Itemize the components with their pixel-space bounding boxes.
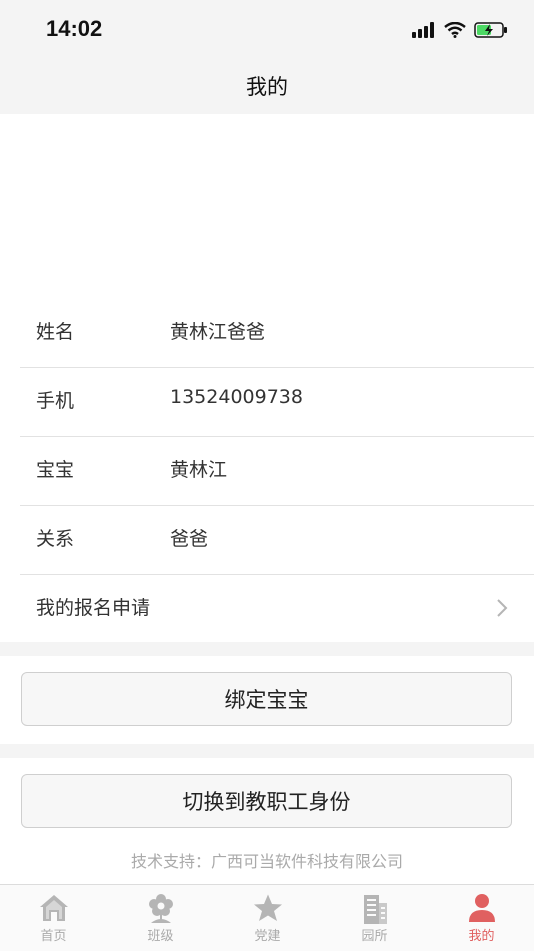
wifi-icon — [444, 22, 466, 38]
relation-label: 关系 — [36, 528, 75, 550]
tab-label-campus: 园所 — [361, 929, 388, 944]
signal-icon — [412, 22, 434, 38]
nav-bar: 我的 — [0, 58, 534, 114]
signup-applications-link[interactable]: 我的报名申请 — [0, 574, 534, 642]
bind-baby-button[interactable]: 绑定宝宝 — [21, 672, 512, 726]
section-gap — [0, 744, 534, 758]
tab-class[interactable]: 班级 — [107, 885, 214, 951]
switch-to-staff-button[interactable]: 切换到教职工身份 — [21, 774, 512, 828]
person-icon — [428, 893, 534, 925]
star-icon — [214, 893, 321, 925]
tab-label-home: 首页 — [40, 929, 67, 944]
section-gap — [0, 642, 534, 656]
tab-label-class: 班级 — [147, 929, 174, 944]
chevron-right-icon — [497, 599, 508, 617]
battery-charging-icon — [474, 22, 507, 38]
tab-party[interactable]: 党建 — [214, 885, 321, 951]
profile-row-baby: 宝宝 黄林江 — [0, 436, 534, 504]
tab-campus[interactable]: 园所 — [321, 885, 428, 951]
signup-applications-label: 我的报名申请 — [36, 597, 151, 619]
tab-bar: 首页 班级 党建 园所 我的 — [0, 884, 534, 951]
phone-value: 13524009738 — [170, 386, 303, 408]
tech-support-text: 技术支持：广西可当软件科技有限公司 — [130, 852, 403, 871]
home-icon — [0, 893, 107, 925]
profile-row-relation: 关系 爸爸 — [0, 505, 534, 573]
status-time: 14:02 — [46, 16, 103, 41]
profile-row-phone: 手机 13524009738 — [0, 367, 534, 435]
status-bar: 14:02 — [0, 0, 534, 58]
status-icons — [412, 18, 508, 42]
building-icon — [321, 893, 428, 925]
flower-icon — [107, 893, 214, 925]
baby-value: 黄林江 — [170, 459, 228, 481]
tab-label-party: 党建 — [254, 929, 281, 944]
relation-value: 爸爸 — [170, 528, 209, 550]
name-value: 黄林江爸爸 — [170, 321, 266, 343]
name-label: 姓名 — [36, 321, 75, 343]
baby-label: 宝宝 — [36, 459, 75, 481]
profile-row-name: 姓名 黄林江爸爸 — [0, 298, 534, 366]
phone-label: 手机 — [36, 390, 75, 412]
tab-home[interactable]: 首页 — [0, 885, 107, 951]
tab-mine[interactable]: 我的 — [428, 885, 534, 951]
page-title: 我的 — [246, 75, 288, 99]
tab-label-mine: 我的 — [468, 929, 495, 944]
